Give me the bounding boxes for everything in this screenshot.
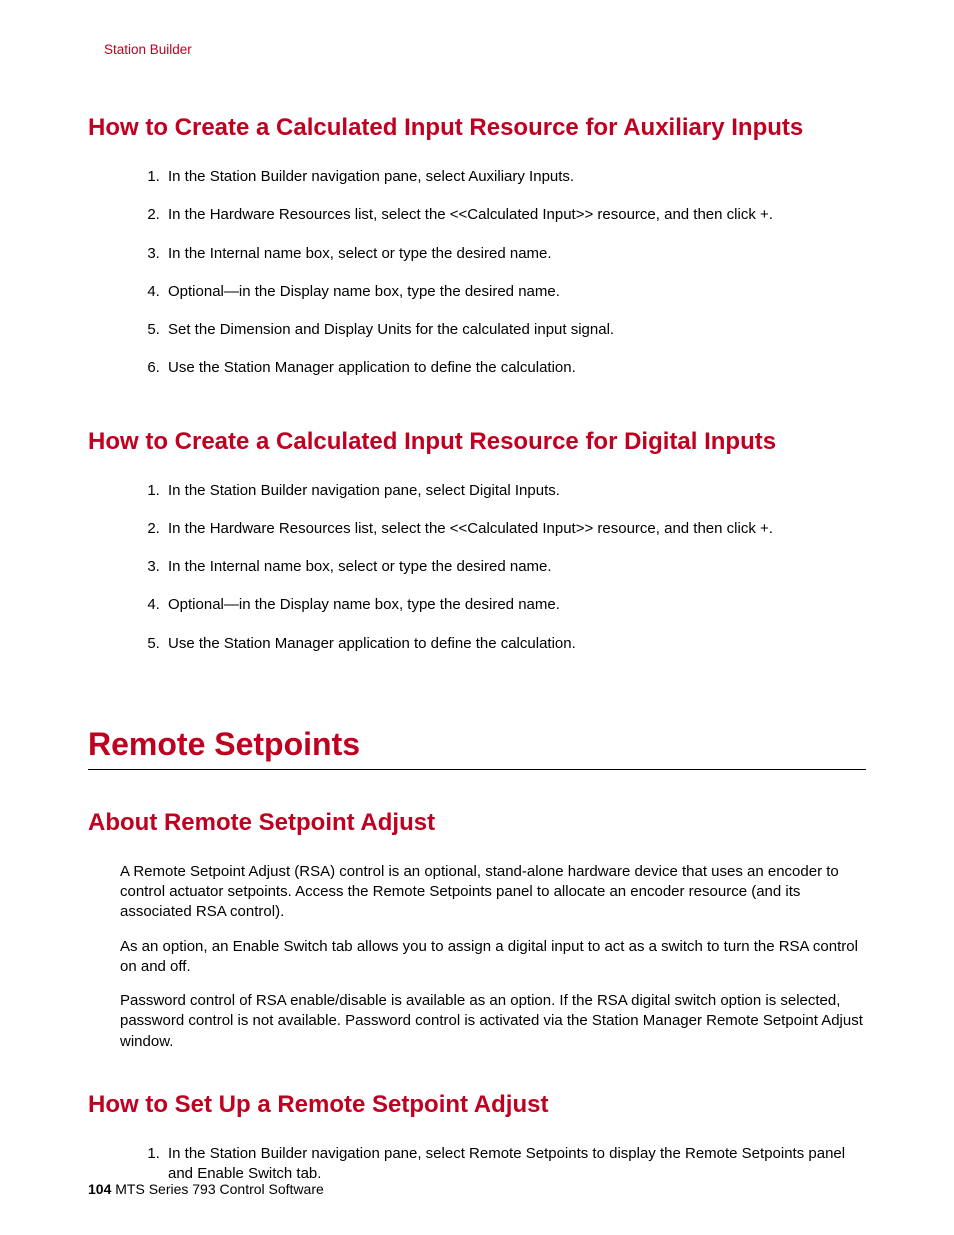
list-item: In the Station Builder navigation pane, … bbox=[164, 481, 866, 501]
heading-remote-setpoints: Remote Setpoints bbox=[88, 726, 866, 770]
list-item: In the Station Builder navigation pane, … bbox=[164, 167, 866, 187]
doc-title-text: MTS Series 793 Control Software bbox=[115, 1181, 324, 1197]
list-item: In the Station Builder navigation pane, … bbox=[164, 1144, 866, 1185]
page-number: 104 bbox=[88, 1181, 111, 1197]
paragraph: As an option, an Enable Switch tab allow… bbox=[120, 937, 866, 978]
list-item: In the Internal name box, select or type… bbox=[164, 244, 866, 264]
heading-aux-inputs: How to Create a Calculated Input Resourc… bbox=[88, 113, 866, 143]
paragraph: Password control of RSA enable/disable i… bbox=[120, 991, 866, 1052]
steps-aux-inputs: In the Station Builder navigation pane, … bbox=[164, 167, 866, 379]
paragraph: A Remote Setpoint Adjust (RSA) control i… bbox=[120, 862, 866, 923]
page-footer: 104 MTS Series 793 Control Software bbox=[88, 1181, 324, 1197]
list-item: In the Internal name box, select or type… bbox=[164, 557, 866, 577]
steps-setup-rsa: In the Station Builder navigation pane, … bbox=[164, 1144, 866, 1185]
list-item: Set the Dimension and Display Units for … bbox=[164, 320, 866, 340]
breadcrumb: Station Builder bbox=[104, 42, 866, 57]
list-item: Optional—in the Display name box, type t… bbox=[164, 282, 866, 302]
heading-digital-inputs: How to Create a Calculated Input Resourc… bbox=[88, 427, 866, 457]
heading-about-rsa: About Remote Setpoint Adjust bbox=[88, 808, 866, 838]
list-item: Use the Station Manager application to d… bbox=[164, 358, 866, 378]
list-item: Use the Station Manager application to d… bbox=[164, 634, 866, 654]
heading-setup-rsa: How to Set Up a Remote Setpoint Adjust bbox=[88, 1090, 866, 1120]
list-item: Optional—in the Display name box, type t… bbox=[164, 595, 866, 615]
list-item: In the Hardware Resources list, select t… bbox=[164, 205, 866, 225]
list-item: In the Hardware Resources list, select t… bbox=[164, 519, 866, 539]
steps-digital-inputs: In the Station Builder navigation pane, … bbox=[164, 481, 866, 654]
